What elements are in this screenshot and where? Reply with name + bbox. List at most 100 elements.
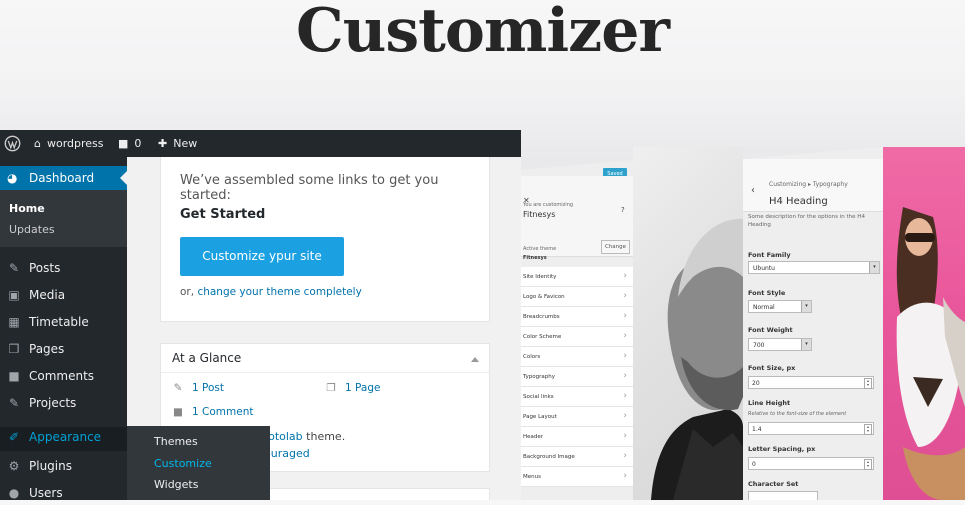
- pages-icon: ❐: [326, 382, 336, 394]
- comment-count: 0: [134, 137, 142, 150]
- character-set-label: Character Set: [748, 480, 799, 488]
- customizer-section-row[interactable]: Site Identity ›: [521, 267, 633, 287]
- section-label: Background Image: [523, 454, 575, 460]
- admin-bar-comments[interactable]: ■ 0: [118, 130, 141, 157]
- media-icon: ▣: [8, 288, 20, 302]
- get-started-heading: Get Started: [180, 207, 266, 222]
- sidebar-item-label: Plugins: [29, 459, 72, 473]
- calendar-icon: ▦: [8, 315, 20, 329]
- line-height-value: 1.4: [752, 426, 762, 433]
- font-style-select[interactable]: Normal ▾: [748, 300, 812, 313]
- flyout-item-customize[interactable]: Customize: [154, 457, 212, 470]
- glance-pages-link[interactable]: ❐ 1 Page: [325, 382, 380, 394]
- customizer-section-row[interactable]: Menus ›: [521, 467, 633, 487]
- font-family-label: Font Family: [748, 251, 791, 259]
- widget-header[interactable]: At a Glance: [161, 344, 489, 373]
- flyout-item-themes[interactable]: Themes: [154, 435, 198, 448]
- active-theme-name: Fitnesys: [523, 255, 547, 261]
- section-label: Color Scheme: [523, 334, 562, 340]
- help-icon[interactable]: ?: [621, 206, 625, 214]
- active-theme-label: Active theme: [523, 246, 557, 252]
- dropdown-arrow-icon: ▾: [801, 301, 811, 312]
- customizer-section-row[interactable]: Background Image ›: [521, 447, 633, 467]
- man-portrait-image: [651, 218, 743, 500]
- comment-icon: ■: [118, 137, 129, 150]
- encouraged-link[interactable]: ouraged: [264, 447, 310, 460]
- customizer-section-row[interactable]: Page Layout ›: [521, 407, 633, 427]
- line-height-input[interactable]: 1.4 ▴ ▾: [748, 422, 874, 435]
- chevron-right-icon: ›: [623, 391, 627, 401]
- sidebar-item-comments[interactable]: ■ Comments: [0, 366, 127, 388]
- plus-icon: ✚: [158, 137, 168, 150]
- or-text: or,: [180, 286, 195, 298]
- customizer-section-row[interactable]: Social links ›: [521, 387, 633, 407]
- change-theme-line: or, change your theme completely: [180, 286, 362, 298]
- customizer-section-row[interactable]: Breadcrumbs ›: [521, 307, 633, 327]
- line-height-note: Relative to the font-size of the element: [748, 411, 847, 417]
- pages-icon: ❐: [8, 342, 20, 356]
- sidebar-item-pages[interactable]: ❐ Pages: [0, 339, 127, 361]
- pushpin-icon: ✎: [173, 382, 183, 394]
- font-family-value: Ubuntu: [753, 265, 775, 272]
- font-weight-label: Font Weight: [748, 326, 793, 334]
- customize-site-button[interactable]: Customize ypur site: [180, 237, 344, 276]
- font-style-label: Font Style: [748, 289, 786, 297]
- customizer-section-row[interactable]: Typography ›: [521, 367, 633, 387]
- dashboard-icon: ◕: [7, 171, 18, 185]
- breadcrumb: Customizing ▸ Typography: [769, 181, 848, 188]
- toggle-arrow-icon[interactable]: [471, 353, 479, 362]
- sidebar-item-media[interactable]: ▣ Media: [0, 285, 127, 307]
- sidebar-item-dashboard[interactable]: ◕ Dashboard: [0, 166, 127, 190]
- font-style-value: Normal: [753, 304, 775, 311]
- panel-description: Some description for the options in the …: [748, 214, 865, 228]
- admin-bar-new[interactable]: ✚ New: [158, 130, 197, 157]
- font-size-input[interactable]: 20 ▴ ▾: [748, 376, 874, 389]
- customizer-section-row[interactable]: Logo & Favicon ›: [521, 287, 633, 307]
- spinner-icon[interactable]: ▴ ▾: [864, 459, 872, 470]
- submenu-updates[interactable]: Updates: [9, 223, 55, 236]
- customizer-section-row[interactable]: Header ›: [521, 427, 633, 447]
- sidebar-item-posts[interactable]: ✎ Posts: [0, 258, 127, 280]
- running-suffix: theme.: [306, 430, 346, 443]
- paintbrush-icon: ✐: [8, 430, 20, 444]
- hero-title: Customizer: [295, 0, 670, 66]
- sidebar-item-label: Appearance: [29, 430, 102, 444]
- customizer-section-row[interactable]: Colors ›: [521, 347, 633, 367]
- glance-posts-link[interactable]: ✎ 1 Post: [172, 382, 224, 394]
- sidebar-item-plugins[interactable]: ⚙ Plugins: [0, 456, 127, 478]
- chevron-right-icon: ›: [623, 351, 627, 361]
- flyout-item-widgets[interactable]: Widgets: [154, 478, 198, 491]
- font-family-select[interactable]: Ubuntu ▾: [748, 261, 880, 274]
- welcome-panel: We’ve assembled some links to get you st…: [160, 157, 490, 322]
- change-theme-link[interactable]: change your theme completely: [197, 286, 361, 298]
- font-weight-select[interactable]: 700 ▾: [748, 338, 812, 351]
- letter-spacing-input[interactable]: 0 ▴ ▾: [748, 457, 874, 470]
- sidebar-item-appearance[interactable]: ✐ Appearance: [0, 427, 127, 451]
- sidebar-item-label: Pages: [29, 342, 65, 356]
- glance-comments: 1 Comment: [192, 406, 254, 418]
- customizing-label: You are customizing: [523, 202, 574, 208]
- sidebar-item-label: Posts: [29, 261, 61, 275]
- spinner-icon[interactable]: ▴ ▾: [864, 378, 872, 389]
- sidebar-item-timetable[interactable]: ▦ Timetable: [0, 312, 127, 334]
- customizer-section-row[interactable]: Color Scheme ›: [521, 327, 633, 347]
- font-weight-value: 700: [753, 342, 765, 349]
- chevron-right-icon: ›: [623, 411, 627, 421]
- change-theme-button[interactable]: Change: [601, 240, 630, 254]
- spinner-icon[interactable]: ▴ ▾: [864, 424, 872, 435]
- comment-icon: ■: [173, 406, 183, 418]
- character-set-select[interactable]: [748, 491, 818, 500]
- sidebar-item-label: Projects: [29, 396, 77, 410]
- wordpress-logo-icon[interactable]: [4, 130, 22, 157]
- typography-panel: ‹ Customizing ▸ Typography H4 Heading So…: [743, 147, 883, 500]
- chevron-right-icon: ›: [623, 291, 627, 301]
- sidebar-item-users[interactable]: ● Users: [0, 483, 127, 505]
- admin-bar: ⌂ wordpress ■ 0 ✚ New: [0, 130, 521, 157]
- dropdown-arrow-icon: ▾: [801, 339, 811, 350]
- user-icon: ●: [8, 486, 20, 500]
- back-arrow-icon[interactable]: ‹: [751, 185, 755, 196]
- glance-comments-link[interactable]: ■ 1 Comment: [172, 406, 253, 418]
- sidebar-item-projects[interactable]: ✎ Projects: [0, 393, 127, 415]
- submenu-home[interactable]: Home: [9, 202, 45, 215]
- admin-bar-site-link[interactable]: ⌂ wordpress: [34, 130, 104, 157]
